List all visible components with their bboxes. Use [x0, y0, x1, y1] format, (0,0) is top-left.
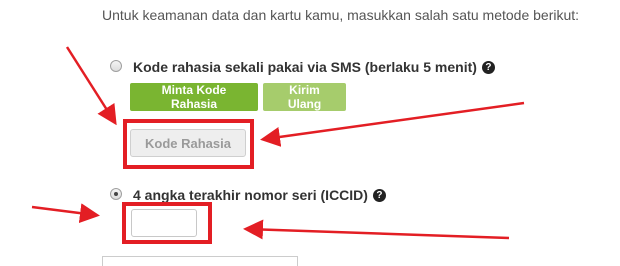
arrow-top-right	[260, 101, 525, 147]
arrow-top-left	[65, 46, 117, 126]
arrow-bottom-left	[31, 203, 100, 224]
annotation-arrows	[31, 46, 525, 240]
arrow-bottom-right	[243, 219, 510, 240]
